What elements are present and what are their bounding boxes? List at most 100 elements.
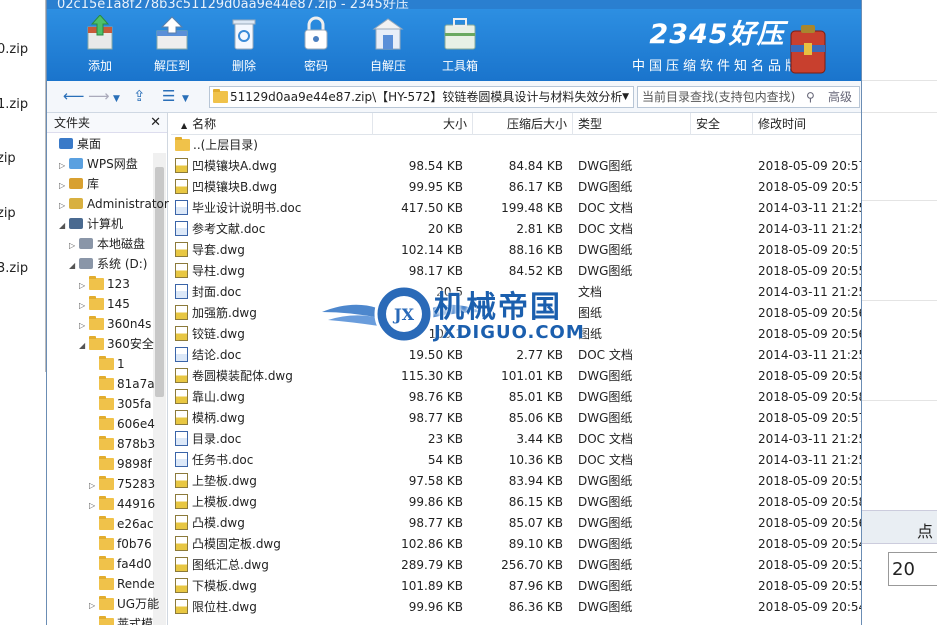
tree-node[interactable]: ▷ 145 [79, 294, 130, 314]
delete-button[interactable]: 删除 [214, 13, 274, 74]
tree-node[interactable]: ▷ Administrator [59, 194, 169, 214]
tree-node[interactable]: ▷ WPS网盘 [59, 154, 138, 174]
column-size[interactable]: 大小 [373, 113, 473, 135]
file-row[interactable]: 凸模固定板.dwg 102.86 KB 89.10 KB DWG图纸 2018-05-0… [171, 534, 861, 555]
history-dropdown-icon[interactable]: ▼ [113, 90, 120, 108]
tree-node[interactable]: 81a7a [89, 374, 155, 394]
file-row[interactable]: 图纸汇总.dwg 289.79 KB 256.70 KB DWG图纸 2018-05-0… [171, 555, 861, 576]
file-row[interactable]: 封面.doc 20.5 文档 2014-03-11 21:25: [171, 282, 861, 303]
tree-node[interactable]: ▷ 75283 [89, 474, 155, 494]
title-bar[interactable]: 02c15e1a8f278b3c51129d0aa9e44e87.zip - 2… [47, 0, 861, 9]
tree-node[interactable]: 9898f [89, 454, 152, 474]
tree-node[interactable]: ▷ 123 [79, 274, 130, 294]
column-name[interactable]: ▲ 名称 [171, 113, 373, 135]
file-type: DOC 文档 [578, 348, 633, 362]
file-row[interactable]: 导套.dwg 102.14 KB 88.16 KB DWG图纸 2018-05-09 2… [171, 240, 861, 261]
path-input[interactable]: 51129d0aa9e44e87.zip\【HY-572】铰链卷圆模具设计与材料… [209, 86, 634, 108]
self-extract-button[interactable]: 自解压 [358, 13, 418, 74]
password-button[interactable]: 密码 [286, 13, 346, 74]
file-row[interactable]: 任务书.doc 54 KB 10.36 KB DOC 文档 2014-03-11 21:… [171, 450, 861, 471]
tree-node[interactable]: Rende [89, 574, 155, 594]
file-row[interactable]: 加强筋.dwg 图纸 2018-05-09 20:56: [171, 303, 861, 324]
file-modified: 2018-05-09 20:57: [758, 159, 862, 173]
file-row[interactable]: 参考文献.doc 20 KB 2.81 KB DOC 文档 2014-03-11 21:… [171, 219, 861, 240]
tree-node[interactable]: e26ac [89, 514, 154, 534]
tree-expand-icon[interactable]: ▷ [89, 596, 99, 616]
file-row[interactable]: 导柱.dwg 98.17 KB 84.52 KB DWG图纸 2018-05-09 20… [171, 261, 861, 282]
tree-node[interactable]: 莱式模 [89, 614, 153, 625]
column-modified[interactable]: 修改时间 [753, 113, 861, 135]
tree-node[interactable]: ◢ 计算机 [59, 214, 123, 234]
tree-node[interactable]: ▷ 44916 [89, 494, 155, 514]
tree-node[interactable]: f0b76 [89, 534, 152, 554]
column-security[interactable]: 安全 [691, 113, 753, 135]
file-packed-size [473, 303, 563, 324]
tree-expand-icon[interactable]: ▷ [59, 196, 69, 216]
tree-node[interactable]: 606e4 [89, 414, 155, 434]
file-name-cell: 毕业设计说明书.doc [175, 198, 373, 219]
tree-node[interactable]: ◢ 系统 (D:) [69, 254, 147, 274]
tree-node[interactable]: ◢ 360安全 [79, 334, 154, 354]
tree-expand-icon[interactable]: ▷ [69, 236, 79, 256]
file-row[interactable]: 凸模.dwg 98.77 KB 85.07 KB DWG图纸 2018-05-09 20… [171, 513, 861, 534]
tree-node[interactable]: 桌面 [49, 134, 101, 154]
file-row[interactable]: 结论.doc 19.50 KB 2.77 KB DOC 文档 2014-03-11 21… [171, 345, 861, 366]
column-packed-size[interactable]: 压缩后大小 [473, 113, 573, 135]
file-row[interactable]: 上垫板.dwg 97.58 KB 83.94 KB DWG图纸 2018-05-09 2… [171, 471, 861, 492]
tree-expand-icon[interactable]: ▷ [89, 496, 99, 516]
background-file-item: 1.zip [0, 97, 29, 112]
extract-to-button[interactable]: 解压到 [142, 13, 202, 74]
file-row[interactable]: 下模板.dwg 101.89 KB 87.96 KB DWG图纸 2018-05-09 … [171, 576, 861, 597]
tree-expand-icon[interactable]: ▷ [79, 296, 89, 316]
tree-expand-icon[interactable]: ▷ [79, 276, 89, 296]
view-dropdown-icon[interactable]: ▼ [182, 90, 189, 108]
tree-node[interactable]: ▷ 360n4s [79, 314, 151, 334]
advanced-search-link[interactable]: 高级 [828, 87, 852, 107]
tree-node[interactable]: fa4d0 [89, 554, 151, 574]
right-number-input[interactable]: 20 [888, 552, 937, 586]
file-row[interactable]: 卷圆模装配体.dwg 115.30 KB 101.01 KB DWG图纸 2018-05… [171, 366, 861, 387]
search-input[interactable]: 当前目录查找(支持包内查找) ⚲ 高级 [637, 86, 860, 108]
file-name: 凹模镶块A.dwg [192, 159, 277, 173]
close-icon[interactable]: ✕ [150, 113, 161, 133]
tree-expand-icon[interactable]: ▷ [59, 156, 69, 176]
folder-icon [99, 456, 114, 470]
tree-node[interactable]: 878b3 [89, 434, 155, 454]
tree-expand-icon[interactable]: ◢ [59, 216, 69, 236]
tree-node[interactable]: 305fa [89, 394, 151, 414]
toolbox-button[interactable]: 工具箱 [430, 13, 490, 74]
path-dropdown-icon[interactable]: ▼ [622, 87, 629, 107]
tree-expand-icon[interactable]: ◢ [69, 256, 79, 276]
file-row[interactable]: 模柄.dwg 98.77 KB 85.06 KB DWG图纸 2018-05-09 20… [171, 408, 861, 429]
file-row[interactable]: 凹模镶块B.dwg 99.95 KB 86.17 KB DWG图纸 2018-05-09… [171, 177, 861, 198]
forward-icon[interactable]: ⟶ [88, 87, 110, 105]
file-row[interactable]: 上模板.dwg 99.86 KB 86.15 KB DWG图纸 2018-05-09 2… [171, 492, 861, 513]
tree-node[interactable]: ▷ UG万能 [89, 594, 159, 614]
tree-expand-icon[interactable]: ◢ [79, 336, 89, 356]
back-icon[interactable]: ⟵ [63, 87, 85, 105]
column-type[interactable]: 类型 [573, 113, 691, 135]
search-icon[interactable]: ⚲ [806, 87, 815, 107]
file-row[interactable]: 毕业设计说明书.doc 417.50 KB 199.48 KB DOC 文档 2014-… [171, 198, 861, 219]
add-button[interactable]: 添加 [70, 13, 130, 74]
file-row[interactable]: 限位柱.dwg 99.96 KB 86.36 KB DWG图纸 2018-05-09 2… [171, 597, 861, 618]
file-row[interactable]: 靠山.dwg 98.76 KB 85.01 KB DWG图纸 2018-05-09 20… [171, 387, 861, 408]
file-row[interactable]: 目录.doc 23 KB 3.44 KB DOC 文档 2014-03-11 21:25… [171, 429, 861, 450]
up-folder-icon[interactable]: ⇪ [133, 87, 146, 105]
file-row[interactable]: 铰链.dwg 100.1 图纸 2018-05-09 20:56: [171, 324, 861, 345]
dwg-file-icon [175, 494, 188, 509]
file-row[interactable]: 凹模镶块A.dwg 98.54 KB 84.84 KB DWG图纸 2018-05-09… [171, 156, 862, 177]
view-mode-icon[interactable]: ☰ [162, 87, 175, 105]
doc-file-icon [175, 452, 188, 467]
tree-node[interactable]: ▷ 库 [59, 174, 99, 194]
tree-node[interactable]: 1 [89, 354, 125, 374]
file-packed-size: 88.16 KB [508, 243, 563, 257]
file-packed-size [473, 282, 563, 303]
doc-file-icon [175, 284, 188, 299]
tree-expand-icon[interactable]: ▷ [59, 176, 69, 196]
tree-scrollbar[interactable] [153, 153, 166, 625]
tree-node[interactable]: ▷ 本地磁盘 [69, 234, 145, 254]
tree-expand-icon[interactable]: ▷ [89, 476, 99, 496]
file-row[interactable]: ..(上层目录) [171, 135, 861, 156]
tree-expand-icon[interactable]: ▷ [79, 316, 89, 336]
